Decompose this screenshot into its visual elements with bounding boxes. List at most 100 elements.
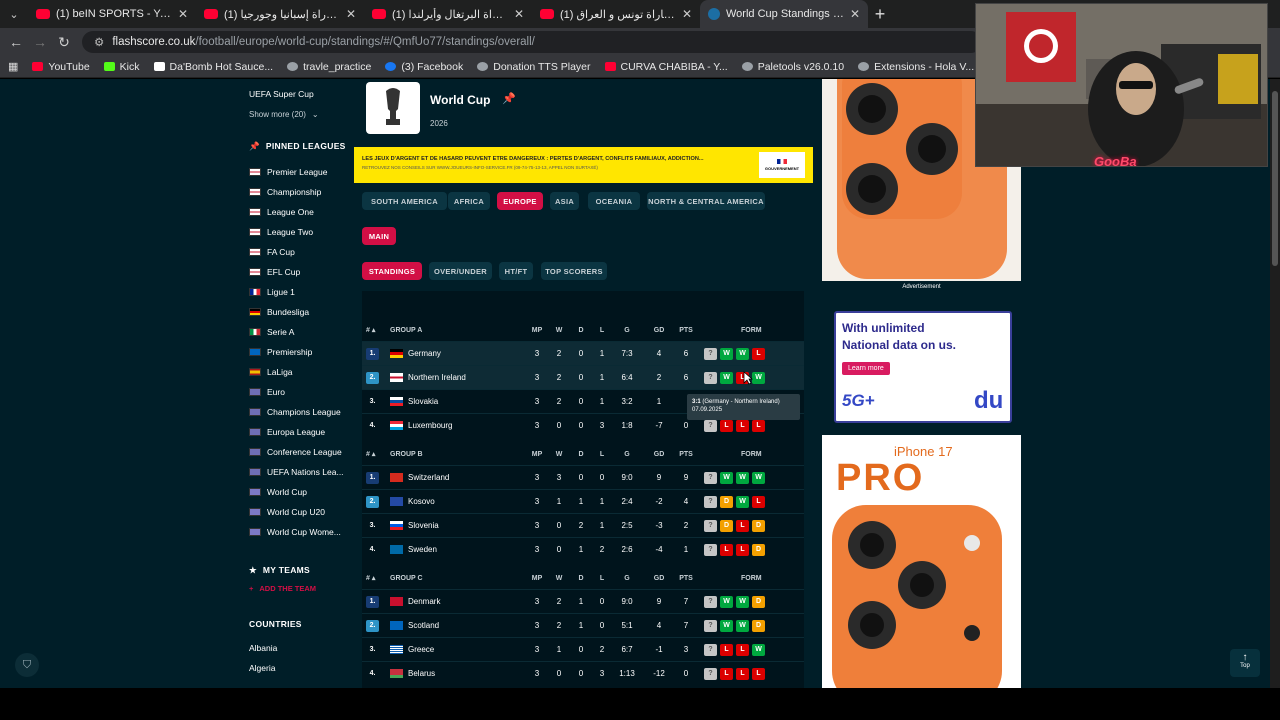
forward-icon[interactable]: → <box>28 34 52 50</box>
form-badge[interactable]: L <box>752 667 765 680</box>
form-badge[interactable]: D <box>752 619 765 632</box>
pinned-league-item[interactable]: World Cup Wome... <box>249 522 349 542</box>
form-badge[interactable]: L <box>752 347 765 360</box>
bookmark-item[interactable]: Da'Bomb Hot Sauce... <box>153 61 273 73</box>
close-tab-icon[interactable]: ✕ <box>850 7 860 21</box>
bookmark-item[interactable]: travle_practice <box>287 61 371 73</box>
column-header-w[interactable]: W <box>548 327 570 334</box>
pinned-league-item[interactable]: League One <box>249 202 349 222</box>
column-header-gd[interactable]: GD <box>648 327 670 334</box>
team-name[interactable]: Slovenia <box>408 521 439 530</box>
team-row[interactable]: 2. Kosovo 3 1 1 1 2:4 -2 4? D W L <box>362 489 804 513</box>
privacy-shield-icon[interactable]: ⛉ <box>15 653 39 677</box>
team-row[interactable]: 1. Switzerland 3 3 0 0 9:0 9 9? W W W <box>362 465 804 489</box>
pinned-league-item[interactable]: Championship <box>249 182 349 202</box>
view-tab[interactable]: STANDINGS <box>362 262 422 280</box>
region-tab[interactable]: AFRICA <box>448 192 490 210</box>
column-header-gd[interactable]: GD <box>648 575 670 582</box>
pinned-league-item[interactable]: Premier League <box>249 162 349 182</box>
browser-tab[interactable]: (1) beIN SPORTS - YouTube ✕ <box>28 0 196 28</box>
form-badge[interactable]: W <box>720 595 733 608</box>
tab-search-button[interactable]: ⌄ <box>0 8 28 21</box>
form-badge[interactable]: D <box>720 495 733 508</box>
team-name[interactable]: Greece <box>408 645 434 654</box>
column-header-mp[interactable]: MP <box>526 451 548 458</box>
form-badge[interactable]: D <box>752 519 765 532</box>
form-badge[interactable]: W <box>736 347 749 360</box>
form-badge[interactable]: W <box>736 495 749 508</box>
du-ad[interactable]: With unlimited National data on us. Lear… <box>834 311 1012 423</box>
form-badge[interactable]: ? <box>704 347 717 360</box>
close-tab-icon[interactable]: ✕ <box>346 7 356 21</box>
pinned-league-item[interactable]: Euro <box>249 382 349 402</box>
address-bar[interactable]: ⚙ flashscore.co.uk/football/europe/world… <box>82 31 982 53</box>
site-info-icon[interactable]: ⚙ <box>94 35 104 49</box>
sidebar-item-uefa-super-cup[interactable]: UEFA Super Cup <box>249 84 349 104</box>
column-header-d[interactable]: D <box>570 327 592 334</box>
form-badge[interactable]: L <box>736 667 749 680</box>
form-badge[interactable]: W <box>736 471 749 484</box>
pinned-league-item[interactable]: Ligue 1 <box>249 282 349 302</box>
team-row[interactable]: 1. Germany 3 2 0 1 7:3 4 6? W W L <box>362 341 804 365</box>
form-badge[interactable]: W <box>720 347 733 360</box>
team-name[interactable]: Belarus <box>408 669 435 678</box>
favourite-pin-icon[interactable]: 📌 <box>502 92 516 105</box>
close-tab-icon[interactable]: ✕ <box>682 7 692 21</box>
team-name[interactable]: Switzerland <box>408 473 449 482</box>
team-name[interactable]: Luxembourg <box>408 421 452 430</box>
pinned-league-item[interactable]: Serie A <box>249 322 349 342</box>
form-badge[interactable]: ? <box>704 619 717 632</box>
bookmark-item[interactable]: Paletools v26.0.10 <box>741 61 844 73</box>
form-badge[interactable]: ? <box>704 543 717 556</box>
form-badge[interactable]: ? <box>704 643 717 656</box>
browser-tab[interactable]: (1) ملخص مباراة البرتغال وأيرلندا (- ✕ <box>364 0 532 28</box>
region-tab[interactable]: NORTH & CENTRAL AMERICA <box>647 192 765 210</box>
form-badge[interactable]: ? <box>704 495 717 508</box>
form-badge[interactable]: L <box>752 419 765 432</box>
form-badge[interactable]: L <box>752 495 765 508</box>
column-header-g[interactable]: G <box>616 327 638 334</box>
pinned-league-item[interactable]: Bundesliga <box>249 302 349 322</box>
form-badge[interactable]: W <box>720 371 733 384</box>
form-badge[interactable]: ? <box>704 371 717 384</box>
browser-tab[interactable]: World Cup Standings - Football ✕ <box>700 0 868 28</box>
form-badge[interactable]: L <box>720 643 733 656</box>
form-badge[interactable]: W <box>752 371 765 384</box>
column-header-pts[interactable]: PTS <box>675 451 697 458</box>
pinned-league-item[interactable]: FA Cup <box>249 242 349 262</box>
column-header-d[interactable]: D <box>570 451 592 458</box>
add-team-link[interactable]: + ADD THE TEAM <box>249 578 349 598</box>
scroll-top-button[interactable]: ↑ Top <box>1230 649 1260 677</box>
learn-more-button[interactable]: Learn more <box>842 362 890 375</box>
team-row[interactable]: 2. Scotland 3 2 1 0 5:1 4 7? W W D <box>362 613 804 637</box>
pinned-league-item[interactable]: Premiership <box>249 342 349 362</box>
bookmark-item[interactable]: (3) Facebook <box>385 61 463 73</box>
bookmark-item[interactable]: CURVA CHABIBA - Y... <box>604 61 728 73</box>
region-tab[interactable]: OCEANIA <box>588 192 640 210</box>
show-more-link[interactable]: Show more (20) ⌄ <box>249 104 349 124</box>
page-scrollbar[interactable] <box>1270 79 1280 688</box>
new-tab-button[interactable]: + <box>868 4 892 25</box>
form-badge[interactable]: D <box>720 519 733 532</box>
form-badge[interactable]: D <box>752 595 765 608</box>
form-badge[interactable]: L <box>736 419 749 432</box>
form-badge[interactable]: L <box>720 667 733 680</box>
pinned-league-item[interactable]: UEFA Nations Lea... <box>249 462 349 482</box>
form-badge[interactable]: W <box>736 595 749 608</box>
form-badge[interactable]: W <box>752 471 765 484</box>
bookmark-item[interactable]: Extensions - Hola V... <box>858 61 974 73</box>
column-header-l[interactable]: L <box>591 575 613 582</box>
form-badge[interactable]: ? <box>704 419 717 432</box>
scrollbar-thumb[interactable] <box>1272 91 1278 266</box>
team-name[interactable]: Sweden <box>408 545 437 554</box>
browser-tab[interactable]: (1) ملخص مباراة تونس و العراق = ✕ <box>532 0 700 28</box>
browser-tab[interactable]: (1) ملخص مباراة إسبانيا وجورجيا | ✕ <box>196 0 364 28</box>
form-badge[interactable]: L <box>736 519 749 532</box>
pinned-league-item[interactable]: World Cup U20 <box>249 502 349 522</box>
column-header-pts[interactable]: PTS <box>675 575 697 582</box>
pinned-league-item[interactable]: Conference League <box>249 442 349 462</box>
column-header-pts[interactable]: PTS <box>675 327 697 334</box>
team-name[interactable]: Scotland <box>408 621 439 630</box>
team-row[interactable]: 2. Northern Ireland 3 2 0 1 6:4 2 6? W L W <box>362 365 804 389</box>
reload-icon[interactable]: ↻ <box>52 34 76 51</box>
